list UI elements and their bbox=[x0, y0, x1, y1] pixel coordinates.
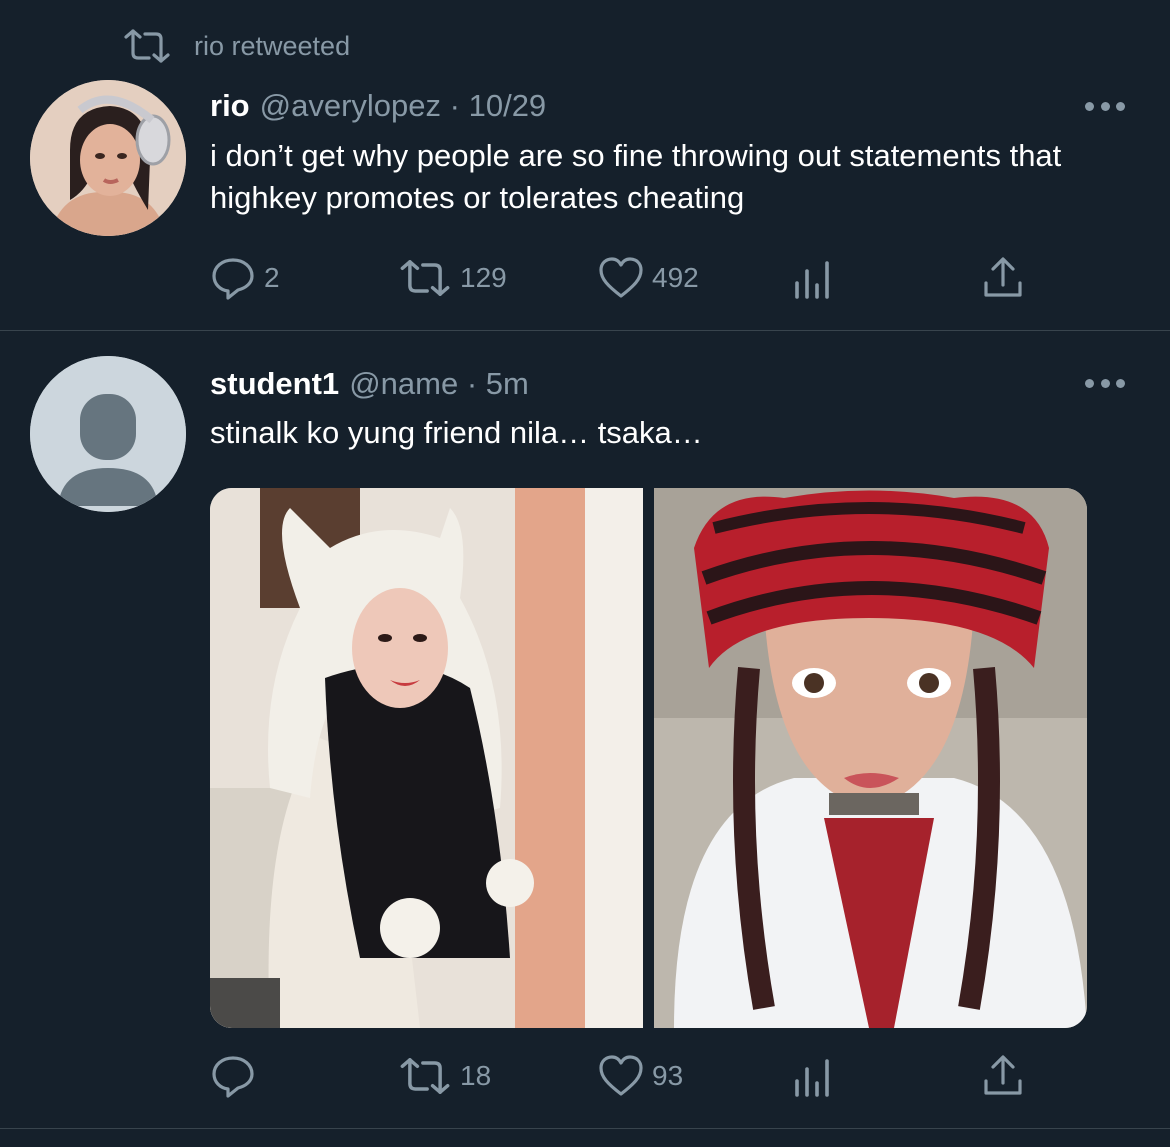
like-button[interactable]: 93 bbox=[598, 1051, 683, 1101]
retweet-icon bbox=[400, 260, 450, 296]
tweet-rio[interactable]: rio retweeted rio @averylopez · 10/29 i d… bbox=[0, 0, 1170, 330]
retweet-button[interactable]: 129 bbox=[398, 253, 507, 303]
reply-count: 2 bbox=[264, 262, 280, 293]
separator: · bbox=[466, 366, 478, 401]
analytics-icon bbox=[795, 1059, 829, 1097]
separator: · bbox=[449, 88, 460, 123]
tweet-actions: 18 93 bbox=[210, 1051, 1040, 1101]
retweet-icon bbox=[400, 1058, 450, 1094]
like-count: 93 bbox=[652, 1060, 684, 1091]
retweet-banner: rio retweeted bbox=[122, 28, 350, 64]
timestamp[interactable]: 5m bbox=[486, 366, 529, 401]
display-name[interactable]: student1 bbox=[210, 366, 339, 401]
like-button[interactable]: 492 bbox=[598, 253, 699, 303]
avatar[interactable] bbox=[30, 80, 186, 236]
heart-icon bbox=[599, 257, 643, 298]
share-button[interactable] bbox=[980, 1051, 1026, 1101]
divider bbox=[0, 1128, 1170, 1129]
tweet-actions: 2 129 492 bbox=[210, 253, 1040, 303]
photo-1[interactable] bbox=[210, 488, 643, 1028]
analytics-button[interactable] bbox=[790, 1051, 836, 1101]
handle[interactable]: @name bbox=[349, 366, 458, 401]
retweet-count: 129 bbox=[460, 262, 507, 293]
share-icon bbox=[984, 257, 1022, 297]
default-avatar[interactable] bbox=[30, 356, 186, 512]
handle[interactable]: @averylopez bbox=[260, 88, 441, 123]
more-options-icon[interactable] bbox=[1085, 100, 1125, 112]
share-button[interactable] bbox=[980, 253, 1026, 303]
tweet-student1[interactable]: student1 @name · 5m stinalk ko yung frien… bbox=[0, 331, 1170, 1128]
person-icon bbox=[30, 356, 186, 512]
tweet-header: student1 @name · 5m bbox=[210, 366, 529, 402]
analytics-icon bbox=[795, 261, 829, 299]
more-options-icon[interactable] bbox=[1085, 377, 1125, 389]
retweet-button[interactable]: 18 bbox=[398, 1051, 491, 1101]
display-name[interactable]: rio bbox=[210, 88, 250, 123]
retweet-count: 18 bbox=[460, 1060, 492, 1091]
reply-icon bbox=[212, 258, 254, 300]
photo-2[interactable] bbox=[654, 488, 1087, 1028]
analytics-button[interactable] bbox=[790, 253, 836, 303]
share-icon bbox=[984, 1055, 1022, 1095]
retweet-icon bbox=[124, 29, 170, 63]
like-count: 492 bbox=[652, 262, 699, 293]
timestamp[interactable]: 10/29 bbox=[469, 88, 547, 123]
media-grid bbox=[210, 488, 1087, 1028]
reply-icon bbox=[212, 1056, 254, 1098]
tweet-header: rio @averylopez · 10/29 bbox=[210, 88, 546, 124]
tweet-text: i don’t get why people are so fine throw… bbox=[210, 138, 1062, 215]
heart-icon bbox=[599, 1055, 643, 1096]
reply-button[interactable]: 2 bbox=[210, 253, 280, 303]
reply-button[interactable] bbox=[210, 1051, 264, 1101]
tweet-text: stinalk ko yung friend nila… tsaka… bbox=[210, 415, 703, 450]
retweet-banner-text: rio retweeted bbox=[194, 30, 351, 61]
